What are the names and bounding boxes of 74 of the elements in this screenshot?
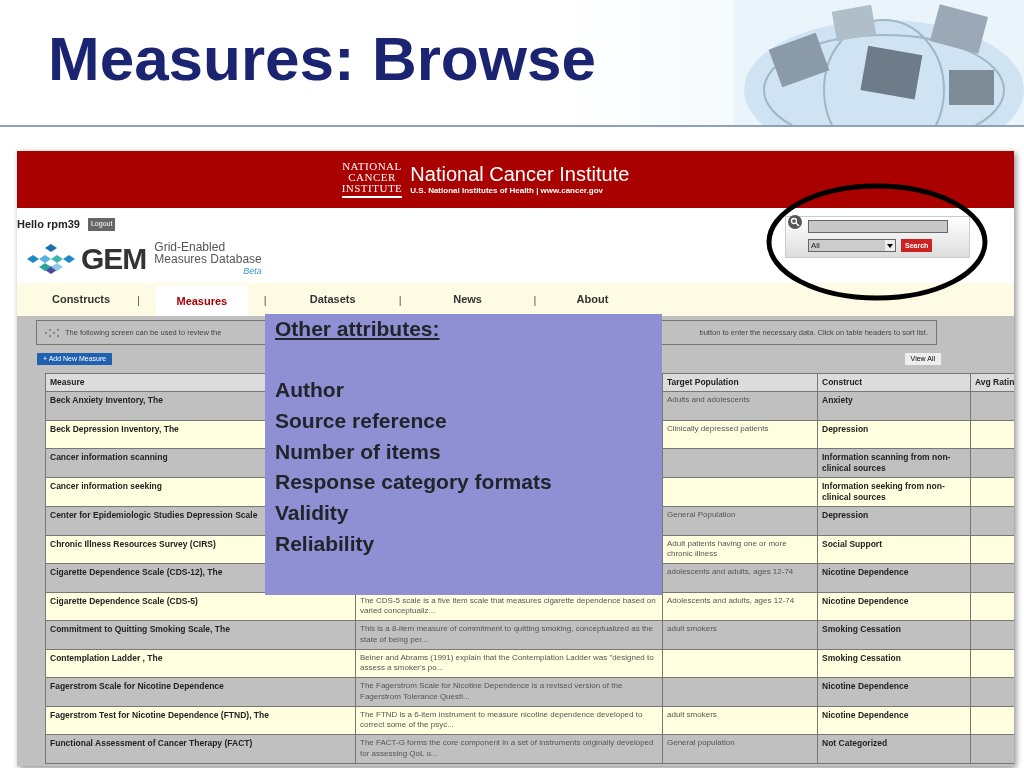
measure-cell: Fagerstrom Scale for Nicotine Dependence: [50, 681, 224, 692]
nav-tab[interactable]: Constructs: [41, 283, 121, 316]
construct-cell: Nicotine Dependence: [822, 567, 909, 578]
construct-cell: Anxiety: [822, 395, 853, 406]
construct-cell: Social Support: [822, 538, 882, 549]
construct-cell: Depression: [822, 510, 869, 521]
gem-wordmark: GEM: [81, 244, 147, 275]
logo-line: Grid-Enabled: [154, 240, 227, 253]
attribute-item: Validity: [275, 502, 349, 524]
site-subtitle: U.S. National Institutes of Health | www.cancer.gov: [410, 184, 604, 197]
construct-cell: Nicotine Dependence: [822, 681, 909, 692]
nav-tab[interactable]: Datasets: [282, 283, 383, 316]
caret-icon: [885, 240, 895, 251]
population-cell: adolescents and adults, ages 12-74: [667, 567, 794, 577]
population-cell: General Population: [667, 510, 736, 520]
measure-cell: Contemplation Ladder , The: [50, 652, 163, 663]
attribute-item: Response category formats: [275, 471, 552, 493]
measure-cell: Cancer information scanning: [50, 452, 168, 463]
description-cell: This is a 8-item measure of commitment to quitting smoking, conceptualized as the state of being per...: [360, 624, 654, 644]
measure-cell: Cancer information seeking: [50, 481, 162, 492]
greeting: Hello rpm39: [17, 217, 80, 232]
column-header[interactable]: Measure: [50, 377, 85, 387]
measure-cell: Beck Depression Inventory, The: [50, 423, 179, 434]
attribute-item: Author: [275, 379, 344, 400]
population-cell: Adults and adolescents: [667, 395, 750, 405]
nav-tab[interactable]: News: [417, 283, 518, 316]
construct-cell: Smoking Cessation: [822, 652, 901, 663]
construct-cell: Information scanning from non-clinical sources: [822, 452, 951, 474]
description-cell: The FACT-G forms the core component in a set of instruments originally developed for assessing QoL o...: [360, 738, 654, 758]
slide-title: Measures: Browse: [48, 28, 596, 90]
population-cell: adult smokers: [667, 624, 717, 634]
beta-label: Beta: [242, 264, 262, 278]
population-cell: General population: [667, 738, 735, 748]
measure-cell: Chronic Illness Resources Survey (CIRS): [50, 538, 216, 549]
population-cell: Adolescents and adults, ages 12-74: [667, 595, 795, 605]
nav-tab[interactable]: Measures: [155, 286, 248, 316]
attribute-item: Reliability: [275, 533, 375, 554]
logo-line: Measures Database: [154, 252, 262, 265]
scope-dropdown[interactable]: All: [808, 239, 896, 252]
site-title: National Cancer Institute: [410, 162, 630, 185]
nav-tab[interactable]: About: [552, 283, 633, 316]
construct-cell: Depression: [822, 423, 869, 434]
measure-cell: Cigarette Dependence Scale (CDS-5): [50, 595, 198, 606]
description-cell: The FTND is a 6-item instrument to measure nicotine dependence developed to correct some of the psyc...: [360, 709, 643, 730]
nav-separator: |: [533, 293, 537, 308]
column-header[interactable]: Construct: [822, 377, 863, 387]
population-cell: adult smokers: [667, 709, 717, 719]
nav-separator: |: [263, 293, 267, 308]
search-icon: [788, 215, 802, 229]
measure-cell: Beck Anxiety Inventory, The: [50, 395, 163, 406]
measure-cell: Functional Assessment of Cancer Therapy (FACT): [50, 738, 253, 749]
dialog-heading: Other attributes:: [275, 316, 440, 342]
nav-separator: |: [398, 293, 402, 308]
description-cell: The CDS-5 scale is a five item scale that measures cigarette dependence based on varied conceptualiz...: [360, 595, 656, 616]
construct-cell: Not Categorized: [822, 738, 888, 749]
nci-logo: NATIONAL CANCER INSTITUTE: [341, 161, 403, 198]
measure-cell: Cigarette Dependence Scale (CDS-12), The: [50, 567, 223, 578]
construct-cell: Information seeking from non-clinical sources: [822, 481, 945, 503]
measure-cell: Fagerstrom Test for Nicotine Dependence (FTND), The: [50, 709, 269, 720]
dots-icon: [43, 327, 61, 338]
population-cell: Adult patients having one or more chronic illness: [667, 538, 787, 559]
nav-separator: |: [137, 293, 140, 308]
measure-cell: Center for Epidemiologic Studies Depression Scale: [50, 510, 258, 521]
search-field[interactable]: [808, 220, 948, 233]
description-cell: The Fagerstrom Scale for Nicotine Dependence is a revised version of the Fagerstrom Tolerance Questi...: [360, 681, 623, 701]
attribute-item: Number of items: [275, 440, 441, 462]
construct-cell: Smoking Cessation: [822, 624, 901, 635]
gem-logo-icon: [25, 244, 77, 275]
attribute-item: Source reference: [275, 409, 447, 431]
construct-cell: Nicotine Dependence: [822, 709, 909, 720]
construct-cell: Nicotine Dependence: [822, 595, 909, 606]
measure-cell: Commitment to Quitting Smoking Scale, The: [50, 624, 230, 635]
population-cell: Clinically depressed patients: [667, 423, 769, 433]
description-cell: Beiner and Abrams (1991) explain that the Contemplation Ladder was "designed to assess a smoker's po...: [360, 652, 654, 673]
